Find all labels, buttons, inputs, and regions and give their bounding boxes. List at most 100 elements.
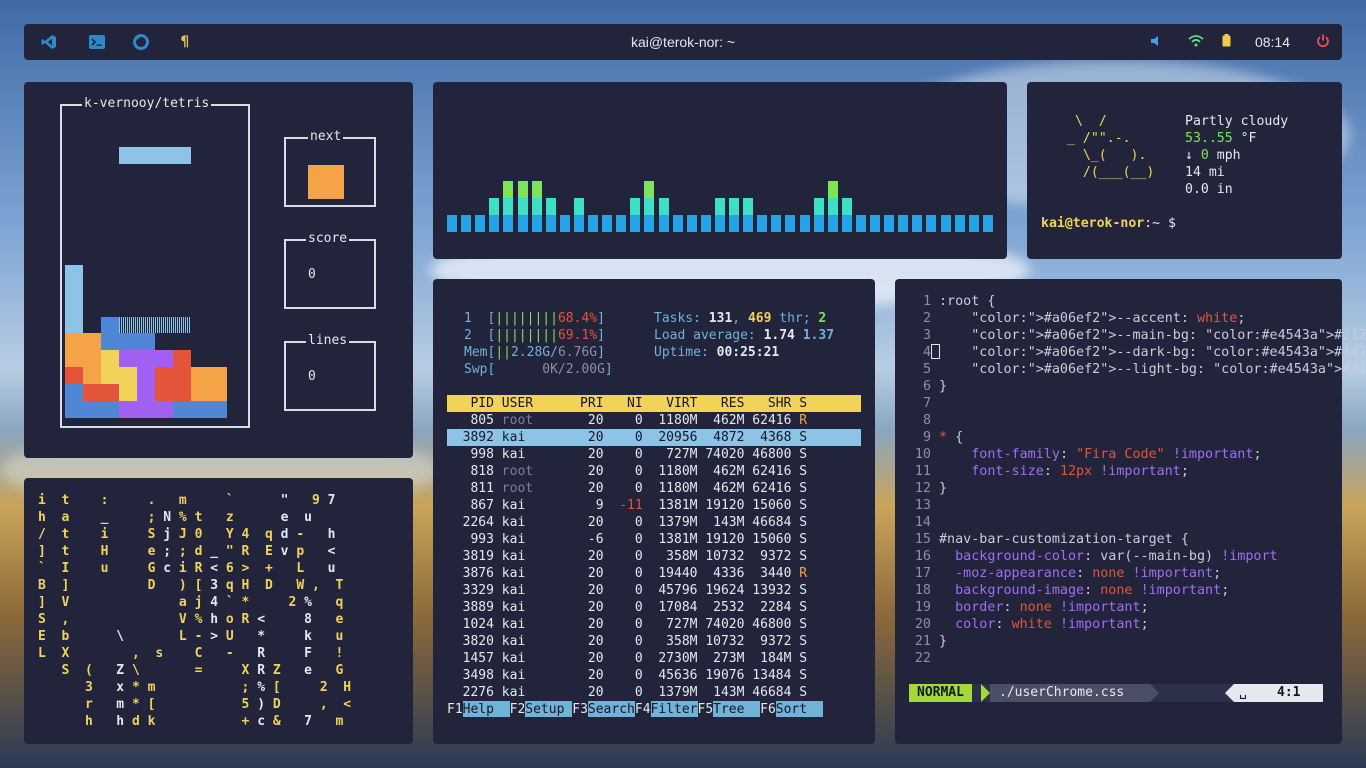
code-line[interactable]: 3 "color:">#a06ef2">--main-bg: "color:#e… [895, 327, 1366, 344]
code-line[interactable]: 8 [895, 412, 1366, 429]
process-row[interactable]: 1024 kai 20 0 727M 74020 46800 S [447, 616, 861, 633]
code-line[interactable]: 17 -moz-appearance: none !important; [895, 565, 1366, 582]
visualizer-bar [616, 215, 627, 232]
visualizer-bar [954, 215, 965, 232]
process-row[interactable]: 3876 kai 20 0 19440 4336 3440 R [447, 565, 861, 582]
pilcrow-icon[interactable]: ¶ [174, 31, 196, 53]
code-line[interactable]: 4 "color:">#a06ef2">--dark-bg: "color:#e… [895, 344, 1366, 361]
code-line[interactable]: 5 "color:">#a06ef2">--light-bg: "color:#… [895, 361, 1366, 378]
process-row[interactable]: 3498 kai 20 0 45636 19076 13484 S [447, 667, 861, 684]
process-row[interactable]: 867 kai 9 -11 1381M 19120 15060 S [447, 497, 861, 514]
code-buffer[interactable]: 1:root {2 "color:">#a06ef2">--accent: wh… [895, 293, 1366, 667]
process-row[interactable]: 805 root 20 0 1180M 462M 62416 R [447, 412, 861, 429]
tetris-board-title: k-vernooy/tetris [82, 96, 212, 111]
process-row[interactable]: 811 root 20 0 1180M 462M 62416 S [447, 480, 861, 497]
code-line[interactable]: 9 * { [895, 429, 1366, 446]
power-icon[interactable] [1316, 34, 1330, 51]
matrix-row: r m * [ 5 ) D , < [84, 697, 352, 712]
line-number: 2 [922, 311, 931, 326]
line-number: 14 [914, 515, 931, 530]
code-line[interactable]: 7 [895, 395, 1366, 412]
visualizer-bar [855, 215, 866, 232]
fkey-setup[interactable]: F2Setup [510, 701, 573, 718]
code-line[interactable]: 6} [895, 378, 1366, 395]
weather-cloud-icon: \ / _ /"".-. \_( ). /(___(__) [1067, 114, 1155, 180]
visualizer-bar [729, 198, 739, 232]
process-row[interactable]: 2264 kai 20 0 1379M 143M 46684 S [447, 514, 861, 531]
firefox-icon[interactable] [130, 31, 152, 53]
weather-wind: 0 [1200, 148, 1209, 163]
line-number: 6 [922, 379, 931, 394]
visualizer-bar [559, 215, 570, 232]
matrix-row: h h d k + c & 7 m [84, 714, 344, 729]
process-row[interactable]: 3820 kai 20 0 358M 10732 9372 S [447, 633, 861, 650]
code-line[interactable]: 12} [895, 480, 1366, 497]
process-row[interactable]: 3892 kai 20 0 20956 4872 4368 S [447, 429, 861, 446]
visualizer-bar [968, 215, 979, 232]
fkey-filter[interactable]: F4Filter [635, 701, 698, 718]
weather-visibility: 14 mi [1185, 165, 1225, 180]
next-piece [308, 165, 344, 199]
vscode-icon[interactable] [38, 31, 60, 53]
volume-icon[interactable] [1150, 34, 1162, 50]
code-line[interactable]: 19 border: none !important; [895, 599, 1366, 616]
matrix-row: ] t H e ; ; d _ " R E v p < [38, 544, 336, 559]
score-box: score 0 [284, 231, 376, 309]
process-row[interactable]: 818 root 20 0 1180M 462M 62416 S [447, 463, 861, 480]
terminal-icon[interactable] [86, 31, 108, 53]
matrix-row: i t : . m ` " 9 7 [38, 493, 336, 508]
code-line[interactable]: 10 font-family: "Fira Code" !important; [895, 446, 1366, 463]
wifi-icon[interactable] [1188, 34, 1204, 50]
line-number: 18 [914, 583, 931, 598]
code-line[interactable]: 2 "color:">#a06ef2">--accent: white; [895, 310, 1366, 327]
visualizer-bar [799, 215, 810, 232]
shell-prompt[interactable]: kai@terok-nor:~ $ [1041, 215, 1176, 232]
code-line[interactable]: 13 [895, 497, 1366, 514]
process-row[interactable]: 3329 kai 20 0 45796 19624 13932 S [447, 582, 861, 599]
battery-icon[interactable] [1222, 34, 1231, 50]
process-row[interactable]: 2276 kai 20 0 1379M 143M 46684 S [447, 684, 861, 701]
process-row[interactable]: 1457 kai 20 0 2730M 273M 184M S [447, 650, 861, 667]
line-number: 22 [914, 651, 931, 666]
htop-meters: 1 [||||||||68.4%] 2 [||||||||69.1%] Mem[… [464, 311, 613, 377]
code-line[interactable]: 21} [895, 633, 1366, 650]
next-box: next [284, 129, 376, 207]
visualizer-bar [827, 181, 838, 232]
fkey-search[interactable]: F3Search [572, 701, 635, 718]
process-row[interactable]: 3819 kai 20 0 358M 10732 9372 S [447, 548, 861, 565]
weather-info: Partly cloudy 53..55 °F ↓ 0 mph 14 mi 0.… [1185, 114, 1289, 197]
code-line[interactable]: 18 background-image: none !important; [895, 582, 1366, 599]
code-line[interactable]: 14 [895, 514, 1366, 531]
process-row[interactable]: 993 kai -6 0 1381M 19120 15060 S [447, 531, 861, 548]
visualizer-bar [870, 215, 880, 232]
clock[interactable]: 08:14 [1255, 34, 1290, 50]
code-line[interactable]: 11 font-size: 12px !important; [895, 463, 1366, 480]
fkey-sort[interactable]: F6Sort [760, 701, 823, 718]
code-line[interactable]: 1:root { [895, 293, 1366, 310]
matrix-row: L X , s C - R F ! [38, 646, 344, 661]
fkey-help[interactable]: F1Help [447, 701, 510, 718]
code-line[interactable]: 22 [895, 650, 1366, 667]
audio-visualizer-panel [433, 82, 1007, 259]
matrix-row: h a _ ; N % t z e u [38, 510, 312, 525]
line-number: 13 [914, 498, 931, 513]
lock-icon: ␣ [1239, 685, 1247, 700]
matrix-row: S ( Z \ = X R Z e G [61, 663, 344, 678]
visualizer-bar [531, 181, 542, 232]
visualizer-bars [447, 102, 997, 232]
process-table-header[interactable]: PID USER PRI NI VIRT RES SHR S [447, 395, 861, 412]
visualizer-bar [884, 215, 895, 232]
code-line[interactable]: 20 color: white !important; [895, 616, 1366, 633]
weather-precip: 0.0 in [1185, 182, 1233, 197]
process-row[interactable]: 3889 kai 20 0 17084 2532 2284 S [447, 599, 861, 616]
lines-label: lines [306, 333, 350, 348]
visualizer-bar [912, 215, 923, 232]
tetris-panel: k-vernooy/tetris next score 0 lines 0 [24, 82, 413, 458]
vim-statusline: NORMAL ./userChrome.css ␣ 4:1 [909, 684, 1323, 702]
process-row[interactable]: 998 kai 20 0 727M 74020 46800 S [447, 446, 861, 463]
visualizer-bar [517, 181, 528, 232]
fkey-tree[interactable]: F5Tree [698, 701, 761, 718]
code-line[interactable]: 15 #nav-bar-customization-target { [895, 531, 1366, 548]
code-line[interactable]: 16 background-color: var(--main-bg) !imp… [895, 548, 1366, 565]
score-value: 0 [308, 267, 316, 282]
